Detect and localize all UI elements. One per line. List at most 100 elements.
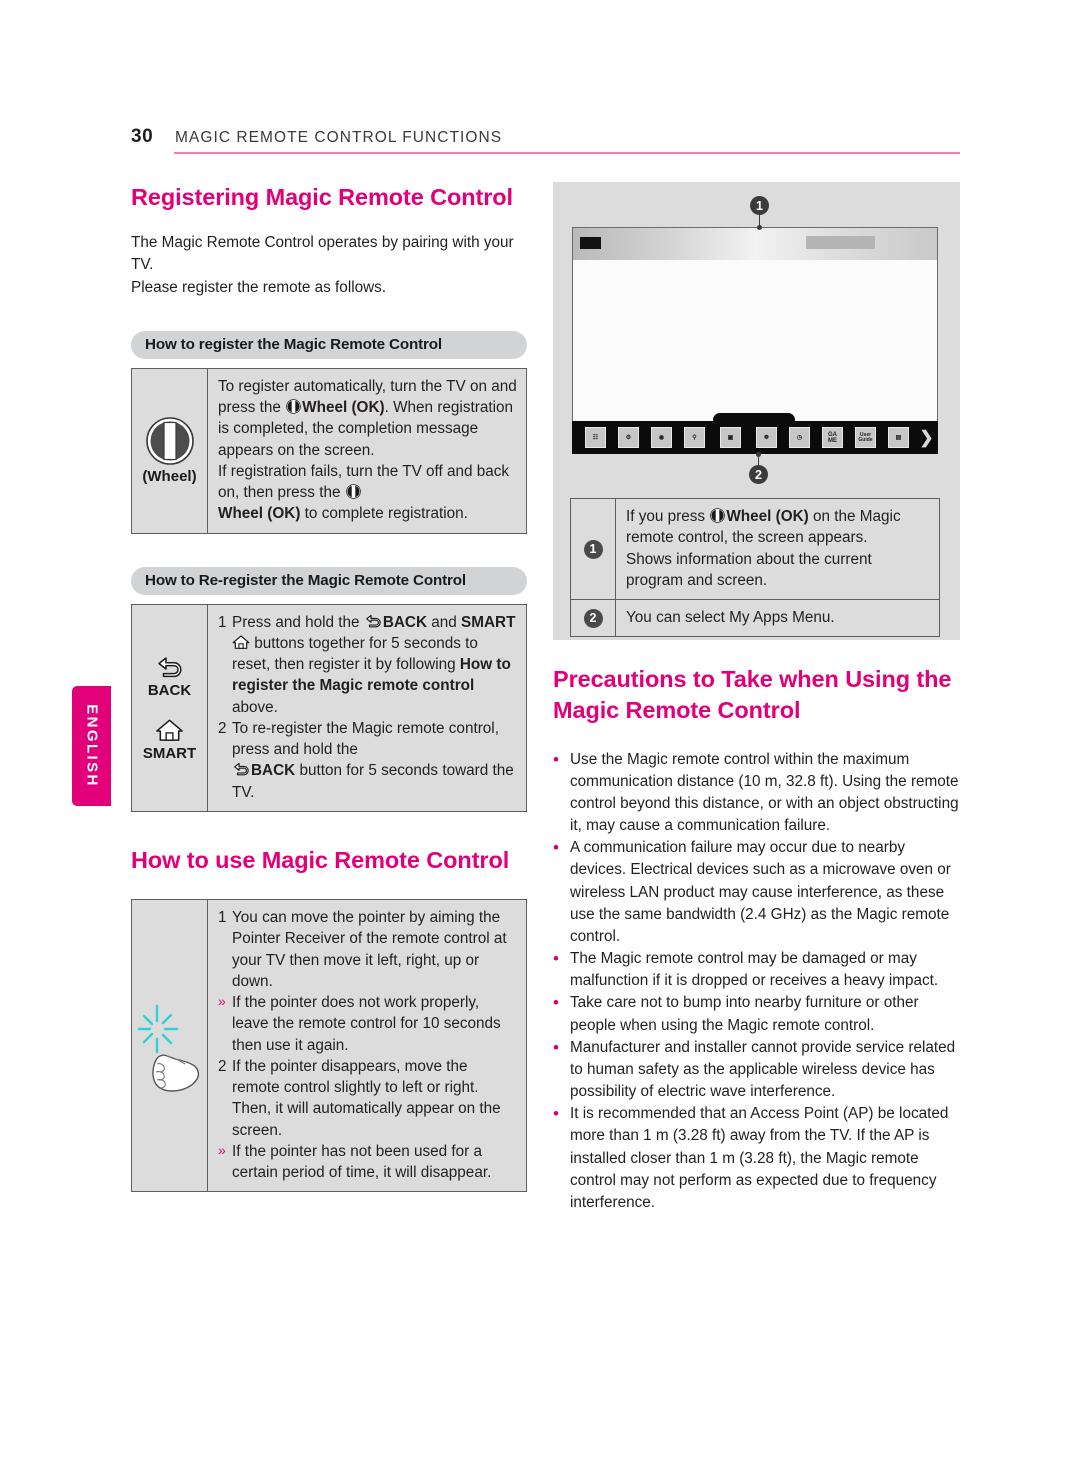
wheel-icon [145, 417, 194, 465]
header-divider-rule [174, 152, 960, 154]
tv-info-banner [573, 228, 937, 260]
screen-description-table: 1 If you press Wheel (OK) on the Magic r… [570, 498, 940, 638]
back-icon-label: BACK [147, 681, 192, 699]
intro-line-1: The Magic Remote Control operates by pai… [131, 234, 514, 274]
page-number: 30 [131, 126, 154, 147]
precaution-item: • Take care not to bump into nearby furni… [553, 992, 960, 1036]
rr2-p0: To re-register the Magic remote control,… [232, 719, 499, 759]
back-smart-icon-cell: BACK SMART [132, 604, 208, 811]
register-text-part-4: Wheel (OK) [218, 505, 301, 523]
wheel-icon-label: (Wheel) [142, 468, 197, 486]
language-side-tab: ENGLISH [72, 686, 111, 806]
rr1-p3: SMART [461, 613, 516, 631]
dock-icon-tv[interactable]: ▣ [720, 427, 741, 448]
use-item-1-marker: 1 [218, 909, 227, 927]
use-item-1-note-text: If the pointer does not work properly, l… [232, 994, 501, 1054]
callout-dot-2 [756, 452, 761, 457]
register-text-part-1: Wheel (OK) [302, 399, 385, 417]
precaution-text: It is recommended that an Access Point (… [570, 1105, 949, 1211]
screen-row-1-badge: 1 [583, 539, 603, 559]
rr1-p6: above. [232, 698, 278, 716]
page-header: 30 MAGIC REMOTE CONTROL FUNCTIONS [131, 126, 960, 154]
dock-icon-more-arrow[interactable]: ❯ [916, 427, 937, 448]
language-side-tab-label: ENGLISH [83, 704, 100, 788]
how-to-use-table: 1 You can move the pointer by aiming the… [131, 899, 527, 1193]
wheel-icon-cell: (Wheel) [132, 368, 208, 533]
wheel-icon-inline-1 [286, 399, 301, 414]
bullet-dot-icon: • [553, 993, 559, 1013]
bullet-dot-icon: • [553, 1104, 559, 1124]
register-text-part-3: If registration fails, turn the TV off a… [218, 462, 510, 502]
dock-icon-channel-list[interactable]: ☷ [585, 427, 606, 448]
dock-icon-search[interactable]: ⚲ [684, 427, 705, 448]
use-item-1-text: You can move the pointer by aiming the P… [232, 909, 507, 990]
heading-precautions: Precautions to Take when Using the Magic… [553, 666, 952, 724]
dock-icon-game[interactable]: GA ME [822, 427, 843, 448]
precaution-item: • A communication failure may occur due t… [553, 837, 960, 948]
heading-registering: Registering Magic Remote Control [131, 184, 513, 210]
precaution-text: Use the Magic remote control within the … [570, 750, 959, 835]
pointer-icon-cell [132, 900, 208, 1192]
dock-icon-user-guide[interactable]: User Guide [855, 427, 876, 448]
precaution-item: • Manufacturer and installer cannot provi… [553, 1037, 960, 1104]
dock-icon-social[interactable]: ☸ [756, 427, 777, 448]
precaution-item: • Use the Magic remote control within the… [553, 749, 960, 838]
use-item-1: 1 You can move the pointer by aiming the… [218, 907, 517, 992]
use-item-2-marker: 2 [218, 1057, 227, 1075]
tv-apps-dock: ☷ ⚙ ◉ ⚲ ▣ ☸ ◷ GA ME User Guide ▤ ❯ [572, 413, 938, 454]
screen-row-2-badge: 2 [583, 608, 603, 628]
home-smart-icon [156, 719, 183, 741]
intro-line-2: Please register the remote as follows. [131, 278, 387, 296]
dock-icon-internet-globe[interactable]: ◉ [651, 427, 672, 448]
use-item-1-note-marker: » [218, 993, 226, 1010]
precaution-item: • The Magic remote control may be damaged… [553, 948, 960, 992]
heading-how-to-use: How to use Magic Remote Control [131, 846, 510, 873]
re-register-instructions-table: BACK SMART 1 Press and hold the BACK and… [131, 603, 527, 812]
bullet-dot-icon: • [553, 949, 559, 969]
use-item-2-note: » If the pointer has not been used for a… [218, 1141, 517, 1184]
rr2-p1: BACK [251, 762, 296, 780]
tv-banner-block [580, 237, 601, 249]
dock-icon-input[interactable]: ▤ [888, 427, 909, 448]
use-item-2: 2 If the pointer disappears, move the re… [218, 1056, 517, 1141]
pill-how-to-re-register: How to Re-register the Magic Remote Cont… [131, 566, 527, 595]
callout-badge-2: 2 [749, 465, 768, 484]
tv-screen-illustration: 1 ☷ ⚙ ◉ ⚲ ▣ ☸ ◷ GA ME User Guide ▤ ❯ 2 1… [553, 182, 960, 640]
rr1-p2: and [427, 613, 462, 631]
tv-screen-frame [572, 227, 938, 424]
re-register-item-2-number: 2 [218, 719, 227, 737]
screen-row-1-text: If you press Wheel (OK) on the Magic rem… [616, 499, 939, 599]
st1-p3: Shows information about the current prog… [626, 550, 872, 589]
bullet-dot-icon: • [553, 1037, 559, 1057]
precaution-text: Take care not to bump into nearby furnit… [570, 994, 919, 1034]
page-title: MAGIC REMOTE CONTROL FUNCTIONS [175, 129, 503, 146]
dock-icon-clock[interactable]: ◷ [789, 427, 810, 448]
re-register-item-2: 2 To re-register the Magic remote contro… [218, 718, 517, 803]
intro-paragraph: The Magic Remote Control operates by pai… [131, 232, 527, 299]
rr1-p1: BACK [382, 613, 428, 631]
screen-row-2-number-cell: 2 [571, 600, 616, 637]
wheel-icon-inline-2 [345, 484, 361, 499]
use-item-2-note-text: If the pointer has not been used for a c… [232, 1142, 492, 1182]
re-register-item-1-text: Press and hold the BACK and SMART button… [232, 612, 517, 718]
screen-row-2-text: You can select My Apps Menu. [626, 609, 835, 626]
dock-icon-settings-gear[interactable]: ⚙ [618, 427, 639, 448]
precautions-list: • Use the Magic remote control within the… [553, 749, 960, 1215]
rr1-p0: Press and hold the [232, 613, 364, 631]
precaution-text: A communication failure may occur due to… [570, 839, 951, 945]
tv-banner-bar [806, 236, 875, 249]
st1-p0: If you press [626, 508, 710, 525]
re-register-item-1: 1 Press and hold the BACK and SMART butt… [218, 612, 517, 718]
register-instructions-table: (Wheel) To register automatically, turn … [131, 367, 527, 534]
register-text-part-5: to complete registration. [300, 505, 468, 523]
home-smart-icon-inline [232, 635, 250, 649]
pointer-hand-icon [137, 1004, 199, 1092]
wheel-icon-inline-3 [710, 508, 726, 523]
tv-dock-notch [713, 413, 795, 422]
pill-how-to-register: How to register the Magic Remote Control [131, 330, 527, 359]
re-register-item-2-text: To re-register the Magic remote control,… [232, 718, 517, 803]
back-arrow-icon [157, 656, 182, 677]
use-item-2-text: If the pointer disappears, move the remo… [232, 1057, 501, 1139]
back-arrow-icon-inline-2 [234, 763, 249, 776]
precaution-item: • It is recommended that an Access Point … [553, 1103, 960, 1214]
